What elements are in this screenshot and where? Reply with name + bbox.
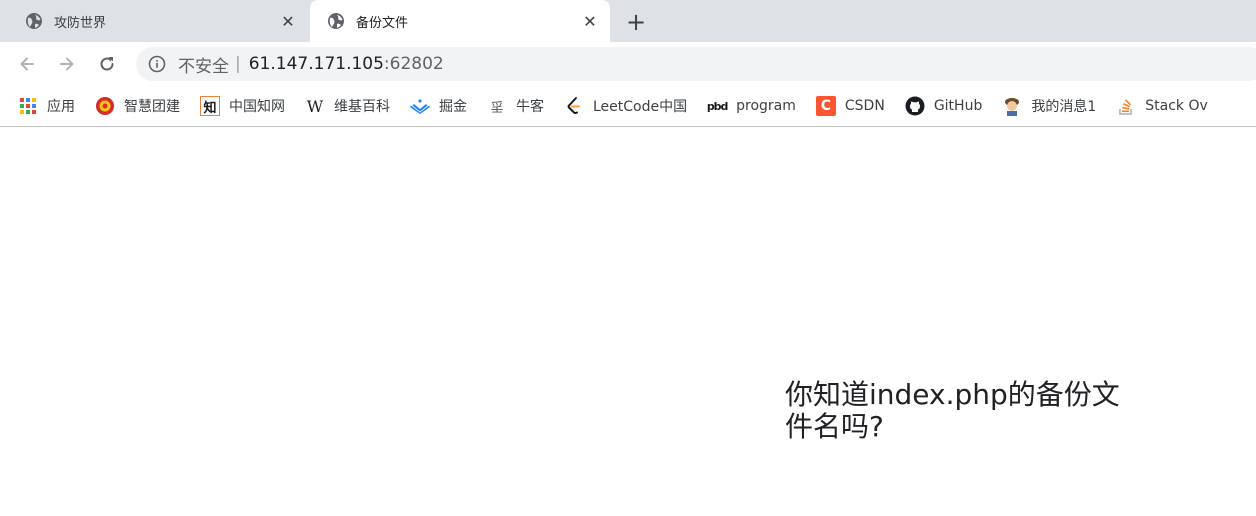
bookmark-github[interactable]: GitHub <box>905 96 983 116</box>
bookmark-label: 维基百科 <box>334 99 390 115</box>
apps-grid-icon <box>18 96 38 116</box>
bookmark-stackoverflow[interactable]: Stack Ov <box>1116 96 1208 116</box>
new-tab-button[interactable]: + <box>623 9 649 35</box>
bookmark-messages[interactable]: 我的消息1 <box>1002 96 1096 116</box>
tab-backup-file[interactable]: 备份文件 ✕ <box>310 0 610 42</box>
bookmark-cnki[interactable]: 知 中国知网 <box>200 96 285 116</box>
bookmark-label: 我的消息1 <box>1031 99 1097 115</box>
arrow-left-icon <box>20 57 34 71</box>
bookmark-label: Stack Ov <box>1145 98 1208 114</box>
challenge-question: 你知道index.php的备份文件名吗? <box>785 378 1120 443</box>
back-button[interactable] <box>13 50 41 78</box>
browser-toolbar: 不安全 | 61.147.171.105 :62802 <box>0 42 1256 86</box>
bookmark-apps[interactable]: 应用 <box>18 96 75 116</box>
bookmark-label: 掘金 <box>439 99 467 115</box>
avatar-icon <box>1002 96 1022 116</box>
leetcode-icon <box>564 96 584 116</box>
arrow-right-icon <box>60 57 74 71</box>
tab-title: 备份文件 <box>356 15 409 31</box>
csdn-icon: C <box>815 96 836 116</box>
url-port: :62802 <box>383 54 444 74</box>
juejin-icon <box>410 96 430 116</box>
bookmark-label: 中国知网 <box>229 99 285 115</box>
bookmark-wikipedia[interactable]: W 维基百科 <box>305 96 390 116</box>
tab-title: 攻防世界 <box>54 15 107 31</box>
forward-button[interactable] <box>53 50 81 78</box>
tab-strip: 攻防世界 ✕ 备份文件 ✕ + <box>0 0 1256 42</box>
url-host: 61.147.171.105 <box>248 54 384 74</box>
bookmarks-bar: 应用 智慧团建 知 中国知网 W 维基百科 掘金 㸒 牛客 LeetCode中国… <box>0 86 1256 127</box>
bookmark-juejin[interactable]: 掘金 <box>410 96 467 116</box>
close-icon[interactable]: ✕ <box>580 11 600 31</box>
close-icon[interactable]: ✕ <box>278 11 298 31</box>
address-bar[interactable]: 不安全 | 61.147.171.105 :62802 <box>136 47 1256 81</box>
reload-button[interactable] <box>93 50 121 78</box>
bookmark-nowcoder[interactable]: 㸒 牛客 <box>487 96 544 116</box>
bookmark-program[interactable]: pbd program <box>707 96 796 116</box>
pbd-icon: pbd <box>706 99 729 113</box>
github-icon <box>905 96 925 116</box>
wikipedia-icon: W <box>306 96 324 116</box>
cnki-icon: 知 <box>200 96 220 116</box>
bookmark-label: LeetCode中国 <box>593 99 688 115</box>
not-secure-label: 不安全 <box>178 56 229 77</box>
address-separator: | <box>235 54 241 74</box>
bookmark-leetcode[interactable]: LeetCode中国 <box>564 96 687 116</box>
bookmark-zhihuituanjian[interactable]: 智慧团建 <box>95 96 180 116</box>
globe-icon <box>328 13 344 29</box>
bookmark-label: 牛客 <box>516 99 544 115</box>
reload-icon <box>100 57 114 71</box>
globe-icon <box>26 13 42 29</box>
bookmark-label: program <box>736 98 796 114</box>
info-icon[interactable] <box>148 55 166 73</box>
nowcoder-icon: 㸒 <box>490 100 504 116</box>
bookmark-label: 应用 <box>47 99 75 115</box>
tab-gongfang[interactable]: 攻防世界 ✕ <box>8 0 308 42</box>
page-content: 你知道index.php的备份文件名吗? <box>0 128 1256 516</box>
bookmark-label: CSDN <box>844 98 885 114</box>
bookmark-label: 智慧团建 <box>124 99 180 115</box>
stackoverflow-icon <box>1116 96 1136 116</box>
bookmark-label: GitHub <box>933 98 983 114</box>
bookmark-csdn[interactable]: C CSDN <box>815 96 885 116</box>
league-emblem-icon <box>95 96 115 116</box>
